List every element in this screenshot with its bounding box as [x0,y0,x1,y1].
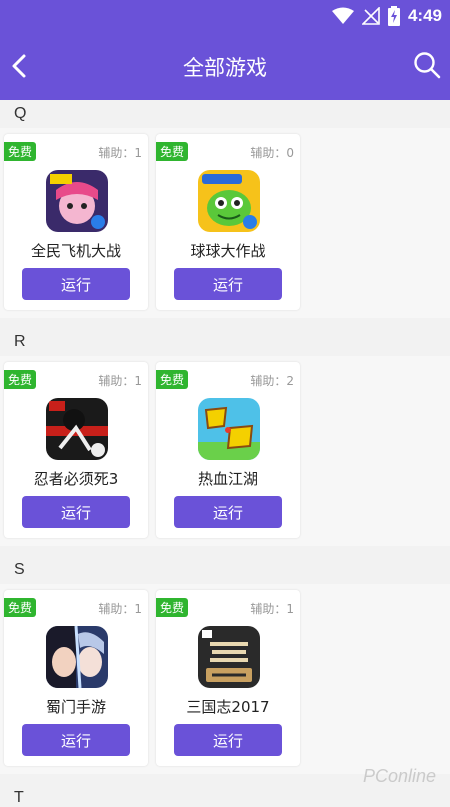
clock: 4:49 [407,6,442,25]
game-card[interactable]: 免费 辅助：1 全民飞机大战 运行 [4,134,148,310]
game-card[interactable]: 免费 辅助：0 球球大作战 运行 [156,134,300,310]
game-card[interactable]: 免费 辅助：2 热血江湖 运行 [156,362,300,538]
section-header-r: R [0,328,450,356]
title-row: 全部游戏 [0,42,450,90]
run-button[interactable]: 运行 [174,724,282,756]
battery-charging-icon [387,6,400,26]
free-badge: 免费 [156,598,189,617]
section-header-t: T [0,784,450,807]
section-q: 免费 辅助：1 全民飞机大战 运行 免费 辅助：0 球球大作战 运行 [0,128,450,318]
section-header-q: Q [0,100,450,128]
top-bar: 4:49 全部游戏 [0,0,450,100]
section-header-s: S [0,556,450,584]
page-title: 全部游戏 [183,56,267,80]
section-divider [0,318,450,328]
free-badge: 免费 [156,142,189,161]
free-badge: 免费 [156,370,189,389]
run-button[interactable]: 运行 [174,496,282,528]
status-bar: 4:49 [0,0,450,32]
wifi-icon [331,7,354,24]
no-signal-icon [361,7,380,25]
assist-count: 辅助：0 [250,146,294,160]
game-icon[interactable] [198,398,260,460]
assist-count: 辅助：1 [98,374,142,388]
game-name: 热血江湖 [197,470,258,488]
game-name: 球球大作战 [190,242,266,260]
assist-count: 辅助：1 [250,602,294,616]
game-name: 忍者必须死3 [33,470,119,488]
game-card[interactable]: 免费 辅助：1 忍者必须死3 运行 [4,362,148,538]
game-name: 蜀门手游 [45,698,106,716]
game-card[interactable]: 免费 辅助：1 蜀门手游 运行 [4,590,148,766]
status-icons: 4:49 [331,4,442,28]
game-icon[interactable] [198,626,260,688]
section-s: 免费 辅助：1 蜀门手游 运行 免费 辅助：1 三国志2017 运行 [0,584,450,774]
game-list[interactable]: Q 免费 辅助：1 全民飞机大战 运行 免费 辅助：0 球球大作战 运行 R 免… [0,100,450,807]
game-card[interactable]: 免费 辅助：1 三国志2017 运行 [156,590,300,766]
game-icon[interactable] [46,398,108,460]
watermark-logo: PConline [362,766,436,786]
game-icon[interactable] [198,170,260,232]
section-divider [0,546,450,556]
game-icon[interactable] [46,626,108,688]
search-icon[interactable] [412,50,442,80]
free-badge: 免费 [4,598,37,617]
section-r: 免费 辅助：1 忍者必须死3 运行 免费 辅助：2 热血江湖 运行 [0,356,450,546]
assist-count: 辅助：1 [98,602,142,616]
assist-count: 辅助：1 [98,146,142,160]
run-button[interactable]: 运行 [22,268,130,300]
run-button[interactable]: 运行 [174,268,282,300]
free-badge: 免费 [4,142,37,161]
run-button[interactable]: 运行 [22,496,130,528]
game-name: 全民飞机大战 [30,242,121,260]
game-icon[interactable] [46,170,108,232]
assist-count: 辅助：2 [250,374,294,388]
game-name: 三国志2017 [186,698,270,716]
free-badge: 免费 [4,370,37,389]
run-button[interactable]: 运行 [22,724,130,756]
